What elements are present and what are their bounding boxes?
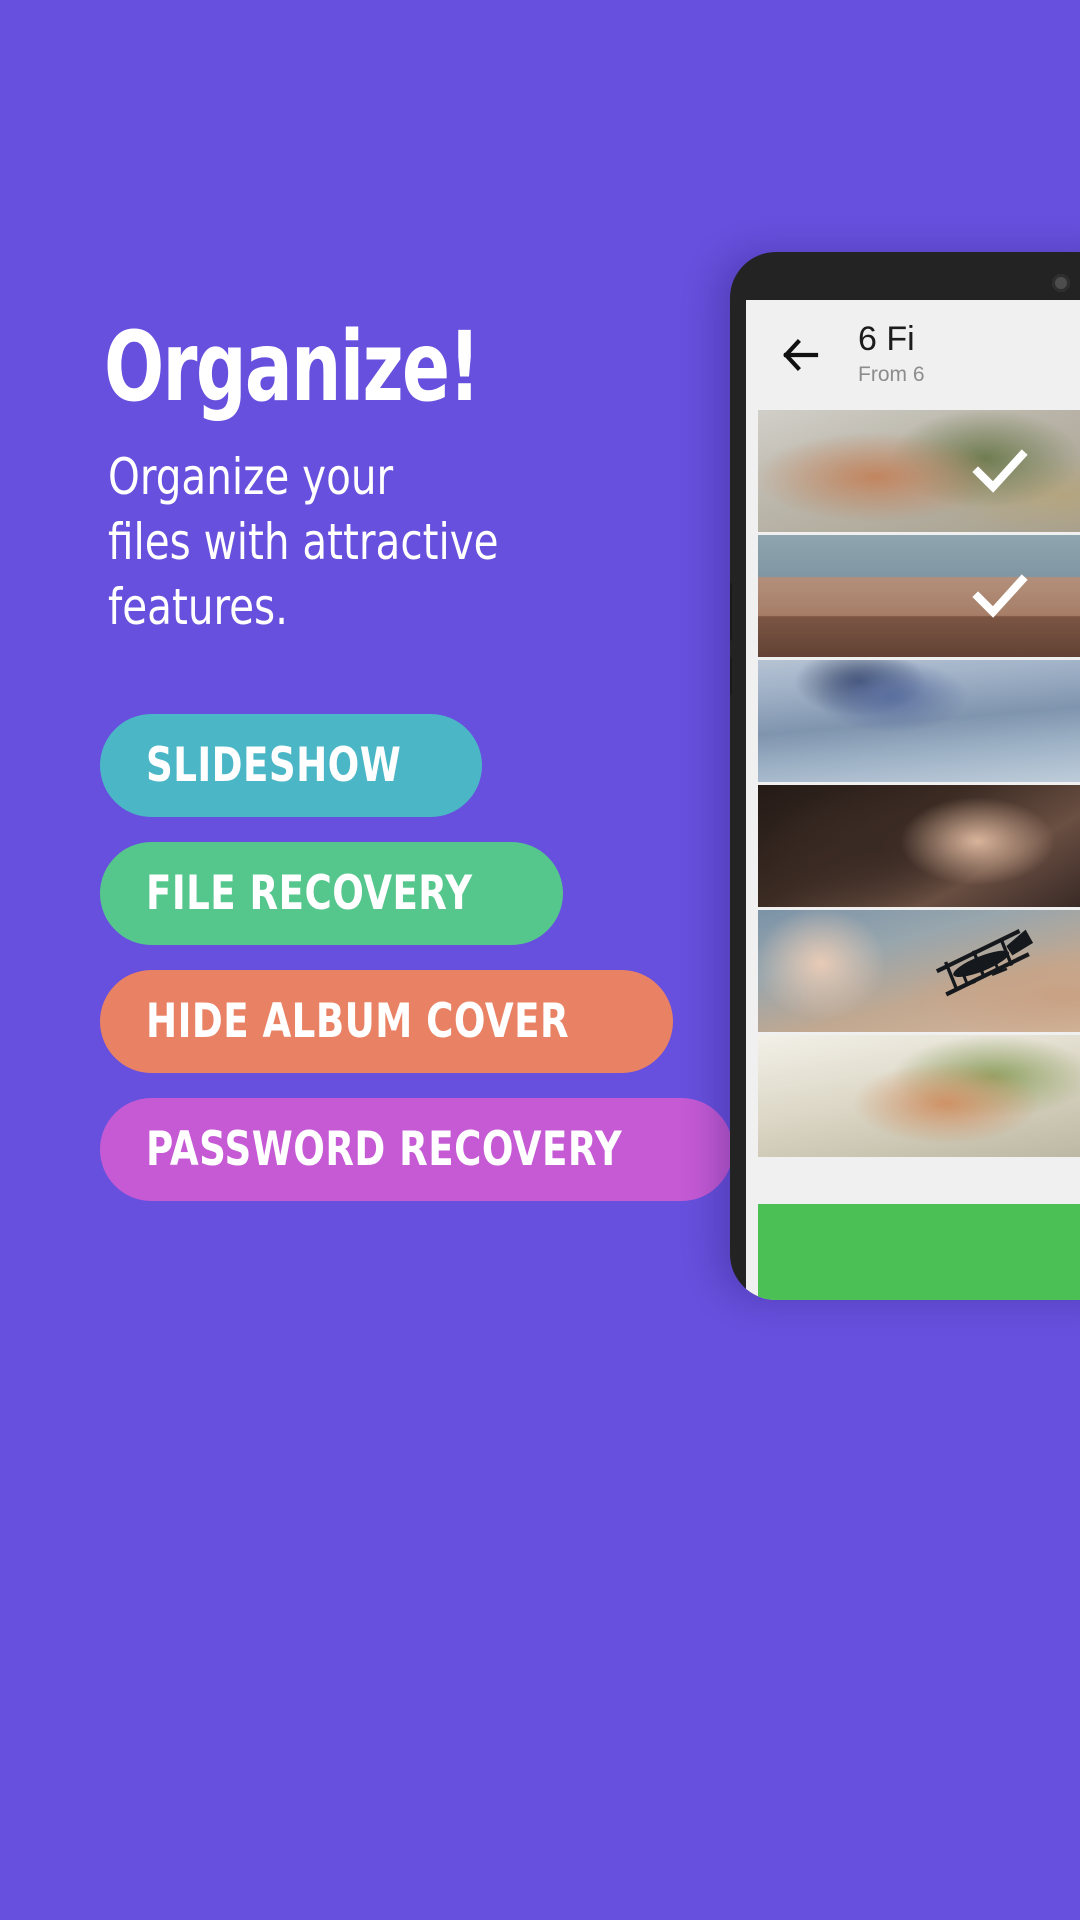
subtitle-line-2: files with attractive bbox=[108, 513, 499, 571]
hide-album-cover-button[interactable]: HIDE ALBUM COVER bbox=[100, 970, 673, 1073]
list-item[interactable] bbox=[758, 910, 1080, 1032]
list-item[interactable] bbox=[758, 785, 1080, 907]
file-recovery-button-label: FILE RECOVERY bbox=[146, 866, 473, 921]
front-camera-icon bbox=[1052, 274, 1070, 292]
check-icon bbox=[972, 449, 1028, 493]
promo-screenshot: Organize! Organize your files with attra… bbox=[0, 0, 1080, 1920]
check-icon bbox=[972, 574, 1028, 618]
arrow-left-icon[interactable] bbox=[778, 332, 824, 378]
slideshow-button-label: SLIDESHOW bbox=[146, 738, 402, 793]
password-recovery-button[interactable]: PASSWORD RECOVERY bbox=[100, 1098, 734, 1201]
hide-album-cover-button-label: HIDE ALBUM COVER bbox=[146, 994, 570, 1049]
subtitle-line-3: features. bbox=[108, 578, 288, 636]
app-bar-text: 6 Fi From 6 bbox=[858, 319, 925, 390]
action-bar[interactable] bbox=[758, 1204, 1080, 1300]
app-bar-subtitle: From 6 bbox=[858, 363, 925, 387]
subtitle-line-1: Organize your bbox=[108, 448, 394, 506]
app-bar-title: 6 Fi bbox=[858, 319, 915, 358]
photo-list bbox=[746, 410, 1080, 1157]
phone-volume-button bbox=[730, 582, 732, 642]
app-bar: 6 Fi From 6 bbox=[746, 300, 1080, 410]
phone-power-button bbox=[730, 656, 732, 696]
phone-screen: 6 Fi From 6 bbox=[746, 300, 1080, 1300]
page-subtitle: Organize your files with attractive feat… bbox=[108, 445, 531, 640]
airplane-icon bbox=[935, 928, 1033, 996]
list-item[interactable] bbox=[758, 535, 1080, 657]
list-item[interactable] bbox=[758, 410, 1080, 532]
password-recovery-button-label: PASSWORD RECOVERY bbox=[146, 1122, 623, 1177]
list-item[interactable] bbox=[758, 1035, 1080, 1157]
page-title: Organize! bbox=[104, 311, 481, 423]
file-recovery-button[interactable]: FILE RECOVERY bbox=[100, 842, 564, 945]
phone-mockup: 6 Fi From 6 bbox=[730, 252, 1080, 1300]
feature-button-list: SLIDESHOW FILE RECOVERY HIDE ALBUM COVER… bbox=[100, 714, 734, 1201]
slideshow-button[interactable]: SLIDESHOW bbox=[100, 714, 483, 817]
list-item[interactable] bbox=[758, 660, 1080, 782]
